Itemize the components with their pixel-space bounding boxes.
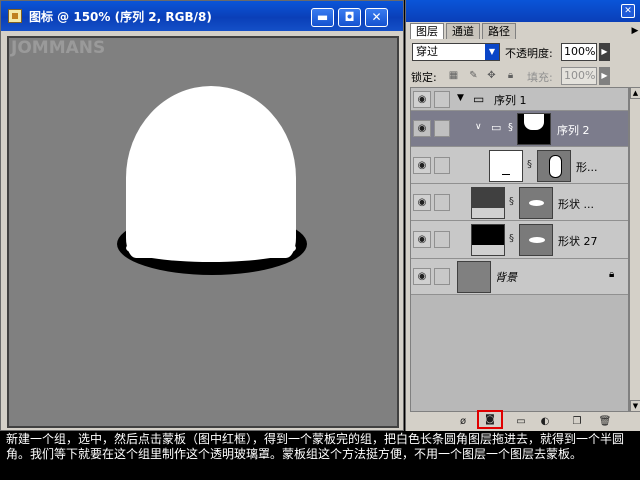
layers-panel: ✕ 图层 通道 路径 ▶ 穿过 ▼ 不透明度: 100% ▶ 锁定: ▦ ✎ ✥… bbox=[405, 0, 640, 431]
blend-mode-select[interactable]: 穿过 ▼ bbox=[412, 43, 500, 61]
trash-icon[interactable]: 🗑︎ bbox=[598, 415, 612, 429]
link-layers-icon[interactable]: ø bbox=[456, 415, 470, 429]
layer-name: 序列 1 bbox=[494, 94, 527, 107]
chain-icon[interactable]: § bbox=[527, 159, 532, 170]
document-title: 图标 @ 150% (序列 2, RGB/8) bbox=[29, 10, 212, 24]
layer-thumbnail[interactable] bbox=[471, 224, 505, 256]
new-group-icon[interactable]: ▭ bbox=[514, 415, 528, 429]
canvas[interactable] bbox=[7, 36, 399, 428]
vector-mask-thumbnail[interactable] bbox=[537, 150, 571, 182]
tab-paths[interactable]: 路径 bbox=[482, 23, 516, 39]
panel-menu-icon[interactable]: ▶ bbox=[630, 26, 640, 36]
document-titlebar[interactable]: 图标 @ 150% (序列 2, RGB/8) ▬ ◘ ✕ bbox=[1, 1, 403, 31]
eye-icon[interactable]: ◉ bbox=[413, 268, 431, 285]
layer-row-shape-c[interactable]: ◉ § 形状 27 bbox=[411, 221, 628, 259]
dome-shape bbox=[126, 86, 296, 258]
lock-label: 锁定: bbox=[411, 71, 437, 84]
layer-row-shape-a[interactable]: ◉ § 形... bbox=[411, 147, 628, 184]
lock-pixels-icon[interactable]: ✎ bbox=[468, 70, 479, 81]
chain-icon[interactable]: § bbox=[509, 233, 514, 244]
layer-thumbnail[interactable] bbox=[457, 261, 491, 293]
eye-icon[interactable]: ◉ bbox=[413, 231, 431, 248]
mask-thumbnail[interactable] bbox=[517, 113, 551, 145]
layer-thumbnail[interactable] bbox=[489, 150, 523, 182]
folder-icon: ▭ bbox=[473, 92, 485, 106]
opacity-input[interactable]: 100% bbox=[561, 43, 597, 61]
lock-toolbar: 锁定: ▦ ✎ ✥ 🔒︎ 填充: 100% ▶ bbox=[406, 64, 640, 86]
eye-icon[interactable]: ◉ bbox=[413, 194, 431, 211]
eye-icon[interactable]: ◉ bbox=[413, 157, 431, 174]
adjustment-layer-icon[interactable]: ◐ bbox=[538, 415, 552, 429]
minimize-button[interactable]: ▬ bbox=[311, 8, 334, 27]
layer-name: 背景 bbox=[495, 271, 517, 284]
link-toggle[interactable] bbox=[434, 231, 450, 248]
lock-all-icon[interactable]: 🔒︎ bbox=[505, 70, 516, 81]
lock-icon: 🔒︎ bbox=[609, 269, 615, 280]
layer-row-shape-b[interactable]: ◉ § 形状 ... bbox=[411, 184, 628, 221]
layer-name: 形状 ... bbox=[558, 198, 594, 211]
layer-name: 形... bbox=[576, 161, 598, 174]
opacity-slider-icon[interactable]: ▶ bbox=[599, 43, 610, 61]
scroll-up-icon[interactable]: ▲ bbox=[630, 87, 640, 99]
close-button[interactable]: ✕ bbox=[365, 8, 388, 27]
link-toggle[interactable] bbox=[434, 194, 450, 211]
expand-arrow-icon[interactable]: ▼ bbox=[457, 93, 464, 103]
blend-toolbar: 穿过 ▼ 不透明度: 100% ▶ bbox=[406, 40, 640, 64]
eye-icon[interactable]: ◉ bbox=[413, 120, 431, 137]
link-toggle[interactable] bbox=[434, 91, 450, 108]
tutorial-caption: 新建一个组，选中，然后点击蒙板（图中红框），得到一个蒙板完的组，把白色长条圆角图… bbox=[6, 432, 625, 461]
chevron-down-icon[interactable]: ▼ bbox=[485, 44, 499, 60]
fill-slider-icon[interactable]: ▶ bbox=[599, 67, 610, 85]
layers-scrollbar[interactable]: ▲ ▼ bbox=[629, 87, 640, 412]
panel-titlebar[interactable]: ✕ bbox=[406, 0, 640, 22]
panel-bottom-bar: ø ◙ ▭ ◐ ❐ 🗑︎ bbox=[406, 410, 640, 431]
blend-mode-value: 穿过 bbox=[416, 45, 438, 58]
red-highlight-box bbox=[477, 410, 503, 429]
link-toggle[interactable] bbox=[434, 120, 450, 137]
layer-row-background[interactable]: ◉ 背景 🔒︎ bbox=[411, 259, 628, 295]
link-toggle[interactable] bbox=[434, 268, 450, 285]
layer-row-group-2[interactable]: ◉ ∨ ▭ § 序列 2 bbox=[411, 111, 628, 147]
layer-row-group-1[interactable]: ◉ ▼ ▭ 序列 1 bbox=[411, 88, 628, 111]
opacity-label: 不透明度: bbox=[505, 47, 553, 60]
new-layer-icon[interactable]: ❐ bbox=[570, 415, 584, 429]
folder-icon: ▭ bbox=[491, 121, 502, 134]
layer-name: 形状 27 bbox=[558, 235, 598, 248]
lock-position-icon[interactable]: ✥ bbox=[486, 70, 497, 81]
vector-mask-thumbnail[interactable] bbox=[519, 187, 553, 219]
scroll-down-icon[interactable]: ▼ bbox=[630, 400, 640, 412]
lock-transparency-icon[interactable]: ▦ bbox=[448, 70, 459, 81]
document-window: 图标 @ 150% (序列 2, RGB/8) ▬ ◘ ✕ JOMMANS bbox=[0, 0, 404, 431]
chain-icon[interactable]: § bbox=[508, 122, 513, 133]
link-toggle[interactable] bbox=[434, 157, 450, 174]
tab-channels[interactable]: 通道 bbox=[446, 23, 480, 39]
expand-arrow-icon[interactable]: ∨ bbox=[475, 122, 482, 132]
layer-name: 序列 2 bbox=[557, 124, 590, 137]
layer-thumbnail[interactable] bbox=[471, 187, 505, 219]
watermark: JOMMANS bbox=[11, 38, 106, 58]
vector-mask-thumbnail[interactable] bbox=[519, 224, 553, 256]
tab-layers[interactable]: 图层 bbox=[410, 23, 444, 39]
maximize-button[interactable]: ◘ bbox=[338, 8, 361, 27]
dome-base-shape bbox=[126, 234, 296, 262]
add-mask-slot: ◙ bbox=[477, 410, 503, 429]
document-icon bbox=[8, 9, 22, 23]
fill-input[interactable]: 100% bbox=[561, 67, 597, 85]
layers-list: ◉ ▼ ▭ 序列 1 ◉ ∨ ▭ § 序列 2 ◉ § 形... ◉ § 形状 … bbox=[410, 87, 629, 412]
fill-label: 填充: bbox=[527, 71, 553, 84]
panel-tabs: 图层 通道 路径 ▶ bbox=[410, 23, 640, 40]
chain-icon[interactable]: § bbox=[509, 196, 514, 207]
eye-icon[interactable]: ◉ bbox=[413, 91, 431, 108]
panel-close-icon[interactable]: ✕ bbox=[621, 4, 635, 18]
